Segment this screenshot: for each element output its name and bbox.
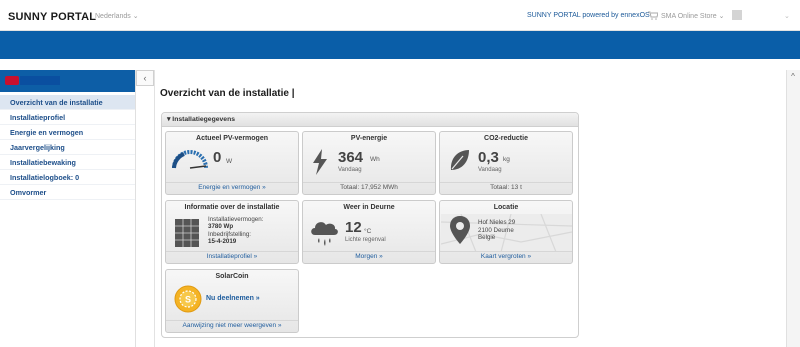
tile-weather: Weer in Deurne 12 °C Lichte regenval Mor…	[302, 200, 436, 264]
address-line-1: Hof Nieles 29	[478, 219, 516, 226]
pv-energy-period: Vandaag	[338, 167, 362, 173]
tile-separator	[303, 182, 435, 183]
tile-separator	[440, 251, 572, 252]
installation-name	[20, 76, 60, 85]
leaf-icon	[450, 150, 469, 170]
user-avatar-icon[interactable]	[732, 10, 742, 20]
location-pin-icon	[450, 216, 470, 244]
sidebar-item-logbook[interactable]: Installatielogboek: 0	[0, 170, 135, 185]
sidebar-item-energy[interactable]: Energie en vermogen	[0, 125, 135, 140]
energy-power-link[interactable]: Energie en vermogen »	[166, 184, 298, 191]
address: Hof Nieles 29 2100 Deurne België	[478, 219, 515, 242]
tile-co2: CO2-reductie 0,3 kg Vandaag Totaal: 13 t	[439, 131, 573, 195]
tile-solarcoin: SolarCoin S Nu deelnemen » Aanwijzing ni…	[165, 269, 299, 333]
tile-title: Informatie over de installatie	[184, 204, 280, 211]
tile-separator	[440, 182, 572, 183]
solar-panel-icon	[175, 219, 199, 247]
user-menu-caret[interactable]: ⌄	[784, 12, 790, 20]
tile-separator	[303, 251, 435, 252]
pv-energy-unit: Wh	[370, 156, 380, 163]
co2-total: Totaal: 13 t	[490, 184, 522, 191]
installation-details: Installatievermogen: 3780 Wp Inbedrijfst…	[208, 216, 263, 246]
tile-pv-power: Actueel PV-vermogen 0 W Energie en vermo…	[165, 131, 299, 195]
commissioning-label: Inbedrijfstelling:	[208, 230, 251, 238]
installation-profile-link[interactable]: Installatieprofiel »	[166, 253, 298, 260]
tile-title: PV-energie	[350, 135, 388, 142]
page-title: Overzicht van de installatie |	[160, 88, 295, 99]
commissioning-value: 15-4-2019	[208, 238, 237, 246]
sidebar: Overzicht van de installatie Installatie…	[0, 70, 136, 347]
sidebar-item-year-comparison[interactable]: Jaarvergelijking	[0, 140, 135, 155]
co2-unit: kg	[503, 156, 510, 163]
collapse-sidebar-button[interactable]: ‹	[136, 70, 154, 86]
tile-separator	[166, 251, 298, 252]
temperature-unit: °C	[364, 228, 372, 235]
pv-energy-total: Totaal: 17,952 MWh	[340, 184, 398, 191]
installation-data-panel: ▾ Installatiegegevens Actueel PV-vermoge…	[161, 112, 579, 338]
sidebar-item-inverter[interactable]: Omvormer	[0, 185, 135, 200]
tile-separator	[166, 182, 298, 183]
sidebar-nav: Overzicht van de installatie Installatie…	[0, 95, 135, 200]
language-select[interactable]: Nederlands ⌄	[95, 12, 139, 20]
pv-energy-value: 364	[338, 149, 364, 166]
power-label: Installatievermogen:	[208, 216, 264, 223]
scrollbar[interactable]	[786, 70, 800, 347]
lightning-icon	[313, 149, 327, 175]
powered-by-link[interactable]: SUNNY PORTAL powered by ennexOS	[527, 12, 650, 19]
top-header: SUNNY PORTAL Nederlands ⌄ SUNNY PORTAL p…	[0, 0, 800, 31]
blue-banner	[0, 31, 800, 59]
installation-logo-icon	[5, 76, 19, 85]
divider	[154, 70, 155, 347]
power-value: 3780 Wp	[208, 223, 234, 231]
co2-period: Vandaag	[478, 167, 502, 173]
online-store-link[interactable]: SMA Online Store ⌄	[661, 12, 724, 20]
cart-icon[interactable]	[648, 11, 658, 20]
enlarge-map-link[interactable]: Kaart vergroten »	[440, 253, 572, 260]
tile-installation-info: Informatie over de installatie Installat…	[165, 200, 299, 264]
rain-cloud-icon	[311, 222, 338, 246]
hide-hint-link[interactable]: Aanwijzing niet meer weergeven »	[166, 322, 298, 329]
co2-value: 0,3	[478, 149, 499, 166]
scroll-up-button[interactable]: ^	[786, 70, 800, 84]
panel-header-toggle[interactable]: ▾ Installatiegegevens	[162, 113, 578, 127]
join-now-link[interactable]: Nu deelnemen »	[206, 295, 260, 302]
sidebar-item-profile[interactable]: Installatieprofiel	[0, 110, 135, 125]
gauge-icon	[172, 150, 208, 169]
tile-location: Locatie Hof Nieles 29 2100 Deurne België…	[439, 200, 573, 264]
address-line-2: 2100 Deurne	[478, 226, 514, 234]
brand-logo[interactable]: SUNNY PORTAL	[8, 11, 96, 23]
weather-condition: Lichte regenval	[345, 237, 386, 243]
sidebar-header	[0, 70, 135, 92]
pv-power-value: 0	[213, 149, 222, 166]
solarcoin-icon: S	[174, 285, 202, 313]
address-line-3: België	[478, 234, 496, 242]
sidebar-item-monitoring[interactable]: Installatiebewaking	[0, 155, 135, 170]
temperature-value: 12	[345, 219, 362, 236]
tile-title: SolarCoin	[215, 273, 249, 280]
tile-title: Locatie	[493, 204, 519, 211]
tile-pv-energy: PV-energie 364 Wh Vandaag Totaal: 17,952…	[302, 131, 436, 195]
svg-text:S: S	[185, 295, 191, 305]
pv-power-unit: W	[226, 158, 233, 165]
tile-separator	[166, 320, 298, 321]
tile-title: CO2-reductie	[484, 135, 528, 142]
tile-title: Actueel PV-vermogen	[196, 135, 268, 142]
tile-title: Weer in Deurne	[343, 204, 395, 211]
sidebar-item-overview[interactable]: Overzicht van de installatie	[0, 95, 135, 110]
tomorrow-link[interactable]: Morgen »	[303, 253, 435, 260]
